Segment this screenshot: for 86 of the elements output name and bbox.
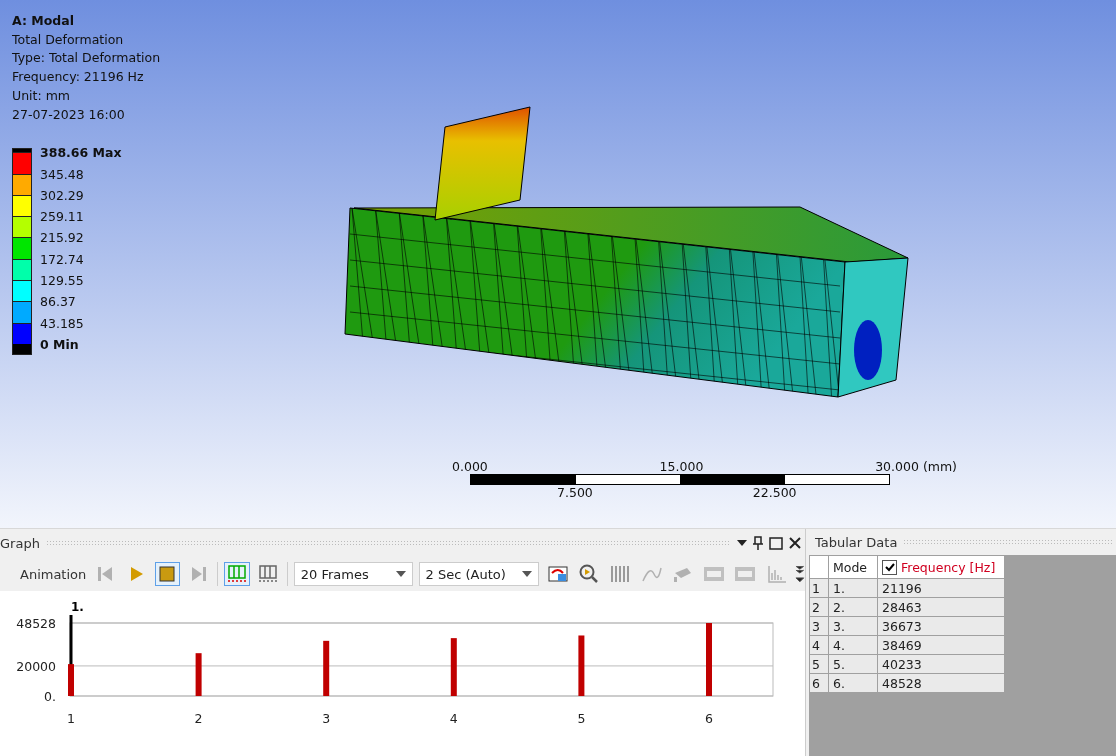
grid-icon — [610, 565, 631, 583]
row-number: 2 — [810, 598, 828, 616]
play-icon — [128, 566, 145, 582]
toolbar-label: Animation — [20, 566, 87, 582]
legend-value: 388.66 Max — [40, 144, 122, 163]
table-cell: 1. — [829, 579, 877, 597]
film-strip-icon — [734, 565, 757, 583]
film-save-icon — [547, 565, 568, 583]
x-tick-label: 2 — [194, 711, 203, 726]
result-info-text: Type: Total Deformation — [12, 49, 161, 68]
camera-icon — [672, 565, 693, 583]
zoom-play-icon — [579, 564, 600, 584]
animation-button[interactable] — [224, 562, 250, 586]
column-header[interactable]: Mode — [829, 556, 877, 578]
result-info-text: Frequency: 21196 Hz — [12, 68, 145, 87]
film-strip-icon — [703, 565, 726, 583]
legend-value: 172.74 — [40, 250, 85, 269]
scale-label: 22.500 — [752, 485, 797, 500]
header-cell — [810, 556, 828, 578]
x-tick-label: 5 — [577, 711, 586, 726]
caret-down-icon — [395, 571, 406, 577]
table-cell: 40233 — [878, 655, 1004, 673]
row-number: 4 — [810, 636, 828, 654]
maximize-icon — [769, 536, 783, 550]
row-number: 5 — [810, 655, 828, 673]
column-header[interactable]: Frequency [Hz] — [878, 556, 1004, 578]
skip-back-icon — [96, 566, 113, 582]
skip-forward-icon — [190, 566, 207, 582]
frequency-bar — [323, 640, 330, 696]
animation-button[interactable] — [154, 562, 181, 586]
legend-value: 302.29 — [40, 186, 85, 205]
table-cell: 5. — [829, 655, 877, 673]
x-tick-label: 1 — [67, 711, 75, 726]
row-number: 3 — [810, 617, 828, 635]
caret-down-icon — [737, 540, 747, 546]
overflow-chevron-icon — [795, 565, 805, 583]
bar-frames-icon — [258, 565, 279, 583]
scale-label: 15.000 — [659, 459, 704, 474]
result-info-text: 27-07-2023 16:00 — [12, 105, 126, 124]
legend-value: 215.92 — [40, 229, 85, 248]
panel-title: Tabular Data — [815, 534, 898, 550]
pin-icon — [753, 536, 763, 550]
analysis-title: A: Modal — [12, 12, 75, 30]
table-cell: 4. — [829, 636, 877, 654]
frequency-bar — [578, 635, 585, 696]
legend-value: 0 Min — [40, 335, 80, 354]
legend-value: 86.37 — [40, 293, 77, 312]
result-info-text: Total Deformation — [12, 30, 125, 49]
frames-dropdown[interactable]: 20 Frames — [293, 562, 413, 586]
scale-label: 0.000 — [452, 459, 488, 474]
curve-icon — [641, 565, 662, 583]
frequency-bar — [450, 638, 457, 696]
table-cell: 6. — [829, 674, 877, 692]
table-cell: 21196 — [878, 579, 1004, 597]
table-cell: 28463 — [878, 598, 1004, 616]
cursor-label: 1. — [71, 600, 84, 614]
x-tick-label: 6 — [705, 711, 713, 726]
bar-frames-icon — [226, 565, 247, 583]
legend-value: 43.185 — [40, 314, 85, 333]
stop-icon — [159, 566, 176, 582]
legend-value: 129.55 — [40, 272, 85, 290]
scale-label: 7.500 — [557, 485, 593, 500]
row-number: 1 — [810, 579, 828, 597]
table-cell: 38469 — [878, 636, 1004, 654]
panel-title: Graph — [0, 535, 40, 551]
y-tick-label: 48528 — [16, 616, 56, 631]
frequency-bar — [68, 664, 74, 696]
caret-down-icon — [522, 571, 533, 577]
table-cell: 48528 — [878, 674, 1004, 692]
y-tick-label: 20000 — [16, 658, 56, 674]
scale-label: 30.000 (mm) — [875, 459, 957, 474]
row-number: 6 — [810, 674, 828, 692]
x-tick-label: 3 — [322, 711, 331, 726]
legend-value: 259.11 — [40, 208, 85, 227]
table-cell: 2. — [829, 598, 877, 616]
duration-dropdown[interactable]: 2 Sec (Auto) — [418, 562, 540, 586]
legend-value: 345.48 — [40, 165, 85, 184]
y-tick-label: 0. — [44, 689, 56, 704]
table-cell: 3. — [829, 617, 877, 635]
x-tick-label: 4 — [449, 711, 458, 726]
result-info-text: Unit: mm — [12, 86, 71, 105]
plot-icon — [766, 565, 787, 583]
frequency-bar — [195, 653, 202, 696]
close-icon — [789, 537, 801, 549]
table-cell: 36673 — [878, 617, 1004, 635]
checkbox[interactable] — [882, 559, 897, 575]
